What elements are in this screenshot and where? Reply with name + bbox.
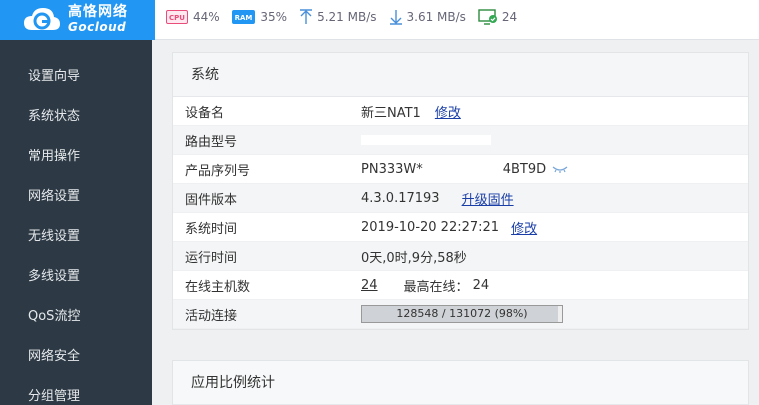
upgrade-firmware-link[interactable]: 升级固件: [462, 189, 514, 208]
row-online-hosts: 在线主机数 24 最高在线： 24: [173, 271, 748, 300]
system-time-label: 系统时间: [185, 221, 238, 237]
row-system-time: 系统时间 2019-10-20 22:27:21 修改: [173, 213, 748, 242]
cpu-icon: CPU: [166, 9, 188, 24]
download-arrow-icon: [389, 9, 403, 25]
brand-logo[interactable]: 高恪网络 Gocloud: [0, 0, 155, 40]
system-panel: 系统 设备名 新三NAT1 修改 路由型号 产品序列号 PN333W* 4BT9…: [172, 52, 749, 330]
upload-arrow-icon: [299, 8, 313, 25]
brand-name-en: Gocloud: [68, 20, 127, 34]
ram-icon: RAM: [231, 9, 256, 24]
uptime-value: 0天,0时,9分,58秒: [361, 250, 467, 266]
serial-value-suffix: 4BT9D: [502, 161, 547, 177]
ram-usage: RAM 35%: [231, 9, 288, 24]
app-ratio-panel: 应用比例统计: [172, 360, 749, 405]
row-device-name: 设备名 新三NAT1 修改: [173, 97, 748, 126]
sidebar-item-wireless-settings[interactable]: 无线设置: [0, 214, 152, 254]
top-bar: 高恪网络 Gocloud CPU 44% RAM 35% 5.21 MB/s 3…: [0, 0, 759, 40]
online-devices[interactable]: 24: [478, 8, 518, 25]
monitor-check-icon: [478, 8, 498, 25]
main-content: 系统 设备名 新三NAT1 修改 路由型号 产品序列号 PN333W* 4BT9…: [152, 40, 759, 405]
sidebar-item-common-operations[interactable]: 常用操作: [0, 134, 152, 174]
row-serial: 产品序列号 PN333W* 4BT9D: [173, 155, 748, 184]
edit-system-time-link[interactable]: 修改: [511, 218, 537, 237]
sidebar-item-qos[interactable]: QoS流控: [0, 294, 152, 334]
connections-progress-text: 128548 / 131072 (98%): [396, 307, 528, 320]
max-online-value: 24: [472, 277, 490, 293]
online-hosts-label: 在线主机数: [185, 279, 251, 295]
sidebar: 设置向导 系统状态 常用操作 网络设置 无线设置 多线设置 QoS流控 网络安全…: [0, 40, 152, 405]
redacted-mark: [361, 135, 491, 145]
sidebar-item-network-settings[interactable]: 网络设置: [0, 174, 152, 214]
sidebar-item-group-management[interactable]: 分组管理: [0, 374, 152, 405]
row-uptime: 运行时间 0天,0时,9分,58秒: [173, 242, 748, 271]
system-info-table: 设备名 新三NAT1 修改 路由型号 产品序列号 PN333W* 4BT9D 固…: [173, 97, 748, 329]
online-count: 24: [501, 9, 518, 24]
system-time-value: 2019-10-20 22:27:21: [361, 219, 500, 235]
status-bar: CPU 44% RAM 35% 5.21 MB/s 3.61 MB/s 24: [166, 0, 529, 33]
upload-value: 5.21 MB/s: [317, 9, 377, 24]
row-model: 路由型号: [173, 126, 748, 155]
serial-label: 产品序列号: [185, 163, 251, 179]
cpu-value: 44%: [192, 9, 220, 24]
cloud-logo-icon: [22, 4, 62, 36]
app-ratio-panel-title: 应用比例统计: [173, 361, 748, 405]
brand-name-cn: 高恪网络: [68, 4, 128, 20]
active-connections-label: 活动连接: [185, 308, 238, 324]
firmware-label: 固件版本: [185, 192, 238, 208]
redacted-mark: [422, 164, 503, 174]
sidebar-item-setup-wizard[interactable]: 设置向导: [0, 54, 152, 94]
connections-progress-bar: 128548 / 131072 (98%): [361, 305, 563, 323]
download-value: 3.61 MB/s: [406, 9, 466, 24]
device-name-value: 新三NAT1: [361, 105, 421, 121]
max-online-label: 最高在线：: [403, 279, 469, 295]
ram-value: 35%: [260, 9, 288, 24]
row-active-connections: 活动连接 128548 / 131072 (98%): [173, 300, 748, 329]
model-label: 路由型号: [185, 134, 238, 150]
upload-speed: 5.21 MB/s: [299, 8, 377, 25]
download-speed: 3.61 MB/s: [389, 9, 466, 25]
serial-value-prefix: PN333W*: [361, 161, 423, 177]
system-panel-title: 系统: [173, 53, 748, 97]
uptime-label: 运行时间: [185, 250, 238, 266]
edit-device-name-link[interactable]: 修改: [435, 102, 461, 121]
row-firmware: 固件版本 4.3.0.17193 升级固件: [173, 184, 748, 213]
sidebar-item-system-status[interactable]: 系统状态: [0, 94, 152, 134]
cpu-usage: CPU 44%: [166, 9, 220, 24]
firmware-value: 4.3.0.17193: [361, 190, 440, 206]
sidebar-item-network-security[interactable]: 网络安全: [0, 334, 152, 374]
online-hosts-link[interactable]: 24: [361, 278, 378, 293]
sidebar-item-multi-wan[interactable]: 多线设置: [0, 254, 152, 294]
brand-name: 高恪网络 Gocloud: [68, 5, 128, 35]
eye-hidden-icon[interactable]: [552, 164, 568, 174]
device-name-label: 设备名: [185, 105, 225, 121]
